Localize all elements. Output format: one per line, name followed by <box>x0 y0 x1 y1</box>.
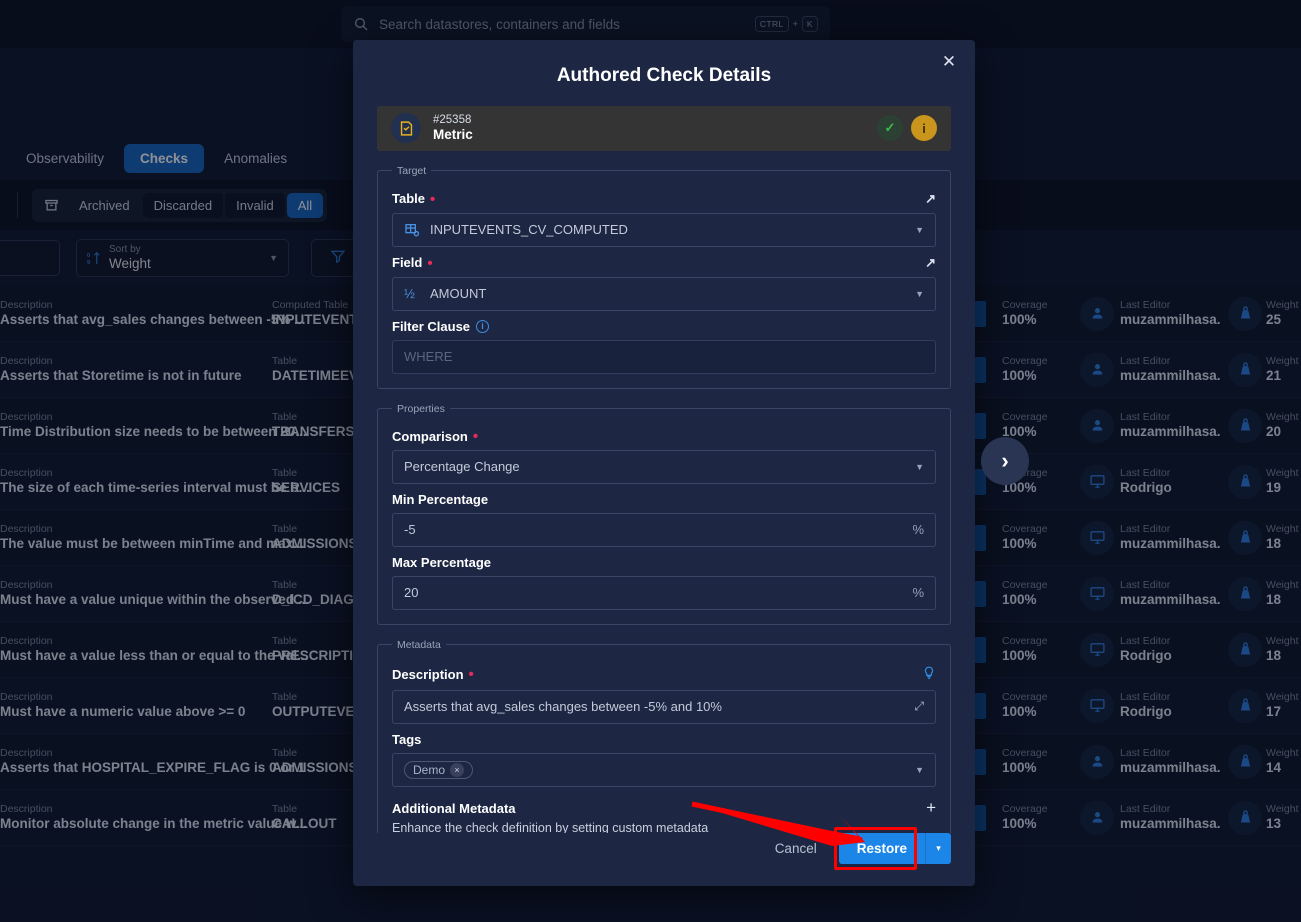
expand-icon[interactable]: ⤢ <box>914 699 924 714</box>
close-icon[interactable]: ✕ <box>937 50 961 74</box>
max-percentage-value: 20 <box>404 585 419 601</box>
comparison-label: Comparison <box>392 428 468 444</box>
description-label: Description <box>392 666 464 682</box>
tags-label: Tags <box>392 731 422 747</box>
description-input[interactable]: Asserts that avg_sales changes between -… <box>392 689 936 724</box>
max-percentage-label: Max Percentage <box>392 554 491 570</box>
comparison-value: Percentage Change <box>404 459 520 475</box>
properties-legend: Properties <box>397 402 445 415</box>
add-metadata-button[interactable]: + <box>926 799 936 816</box>
tag-chip[interactable]: Demo × <box>404 760 474 779</box>
tag-chip-label: Demo <box>413 762 446 777</box>
chevron-down-icon-comparison[interactable]: ▼ <box>915 462 924 472</box>
info-icon[interactable]: i <box>476 319 490 333</box>
comparison-select[interactable]: Percentage Change ▼ <box>392 449 936 484</box>
min-percentage-label: Min Percentage <box>392 491 489 507</box>
field-label-row: Field • ↗ <box>392 254 936 272</box>
external-link-icon-table[interactable]: ↗ <box>925 191 936 207</box>
chevron-down-icon-tags[interactable]: ▼ <box>915 765 924 775</box>
modal-body: Target Table • ↗ INPUTEVENTS_CV_COMPUTED… <box>353 151 975 833</box>
min-percentage-value: -5 <box>404 522 416 538</box>
lightbulb-icon[interactable] <box>922 665 936 684</box>
field-select[interactable]: ½ AMOUNT ▼ <box>392 276 936 311</box>
restore-dropdown-button[interactable]: ▾ <box>925 833 951 864</box>
cancel-button[interactable]: Cancel <box>767 835 825 862</box>
filter-clause-input[interactable]: WHERE <box>392 339 936 374</box>
external-link-icon-field[interactable]: ↗ <box>925 255 936 271</box>
tag-remove-icon[interactable]: × <box>450 762 465 777</box>
field-value: AMOUNT <box>430 286 487 302</box>
properties-section: Properties Comparison • Percentage Chang… <box>377 402 951 625</box>
table-settings-icon <box>405 223 420 237</box>
check-type: Metric <box>433 127 473 143</box>
additional-metadata-subtitle: Enhance the check definition by setting … <box>392 820 709 833</box>
authored-check-details-modal: ✕ Authored Check Details #25358 Metric ✓… <box>353 40 975 886</box>
target-legend: Target <box>397 164 427 177</box>
metadata-legend: Metadata <box>397 638 441 651</box>
additional-metadata-title: Additional Metadata <box>392 800 516 816</box>
table-select[interactable]: INPUTEVENTS_CV_COMPUTED ▼ <box>392 212 936 247</box>
description-label-row: Description • <box>392 665 936 684</box>
status-badge-info[interactable]: i <box>911 115 937 142</box>
check-id-card: #25358 Metric ✓ i <box>377 106 951 151</box>
filter-clause-placeholder: WHERE <box>404 349 453 365</box>
tags-label-row: Tags <box>392 732 936 747</box>
chevron-down-icon-table[interactable]: ▼ <box>915 225 924 235</box>
comparison-label-row: Comparison • <box>392 428 479 446</box>
table-value: INPUTEVENTS_CV_COMPUTED <box>430 222 628 238</box>
min-percentage-label-row: Min Percentage <box>392 492 936 507</box>
check-id: #25358 <box>433 113 472 126</box>
target-section: Target Table • ↗ INPUTEVENTS_CV_COMPUTED… <box>377 164 951 389</box>
restore-button-group: Restore ▾ <box>833 827 951 870</box>
table-label: Table <box>392 191 425 207</box>
field-label: Field <box>392 255 423 271</box>
filter-clause-label-row: Filter Clause i <box>392 319 936 334</box>
chevron-down-icon-field[interactable]: ▼ <box>915 289 924 299</box>
tags-select[interactable]: Demo × ▼ <box>392 752 936 787</box>
modal-title: Authored Check Details <box>556 65 772 86</box>
metadata-section: Metadata Description • Asserts that avg_… <box>377 638 951 833</box>
additional-metadata-row: Additional Metadata + <box>392 799 936 816</box>
check-document-icon <box>391 113 421 144</box>
max-percentage-input[interactable]: 20 % <box>392 575 936 610</box>
description-value: Asserts that avg_sales changes between -… <box>404 699 722 715</box>
min-percentage-input[interactable]: -5 % <box>392 512 936 547</box>
max-percentage-label-row: Max Percentage <box>392 555 936 570</box>
modal-footer: Cancel Restore ▾ <box>353 827 975 886</box>
filter-clause-label: Filter Clause <box>392 318 471 334</box>
next-page-button[interactable]: › <box>981 437 1029 485</box>
percent-unit-min: % <box>912 522 924 538</box>
fraction-half-icon: ½ <box>404 285 415 301</box>
restore-button[interactable]: Restore <box>838 833 925 864</box>
status-badge-valid: ✓ <box>877 115 903 142</box>
table-label-row: Table • ↗ <box>392 190 936 208</box>
percent-unit-max: % <box>912 585 924 601</box>
